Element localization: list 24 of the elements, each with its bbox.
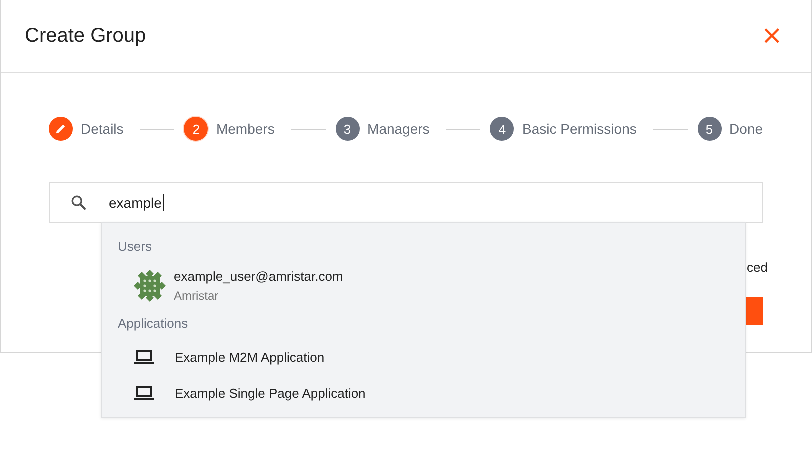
laptop-icon	[134, 350, 154, 364]
application-name: Example Single Page Application	[175, 386, 366, 400]
result-item[interactable]: Example M2M Application	[102, 339, 745, 375]
step-label: Details	[81, 121, 124, 137]
result-item[interactable]: Example Single Page Application	[102, 375, 745, 411]
result-item[interactable]: example_user@amristar.com Amristar	[102, 262, 745, 310]
step-label: Managers	[368, 121, 430, 137]
user-email: example_user@amristar.com	[174, 269, 344, 284]
step-number: 2	[184, 117, 208, 141]
user-tenant: Amristar	[174, 289, 220, 303]
group-heading: Users	[117, 239, 153, 254]
step-number: 3	[336, 117, 360, 141]
step-label: Done	[730, 121, 764, 137]
step-number: 4	[490, 117, 514, 141]
avatar-icon	[134, 270, 166, 302]
option-label: ced	[746, 260, 768, 275]
application-name: Example M2M Application	[175, 350, 325, 364]
step-label: Basic Permissions	[522, 121, 637, 137]
dialog-title: Create Group	[25, 24, 146, 48]
laptop-icon	[134, 386, 154, 400]
step-label: Members	[216, 121, 275, 137]
step-number: 5	[698, 117, 722, 141]
search-icon	[70, 194, 88, 212]
group-heading: Applications	[117, 316, 190, 331]
